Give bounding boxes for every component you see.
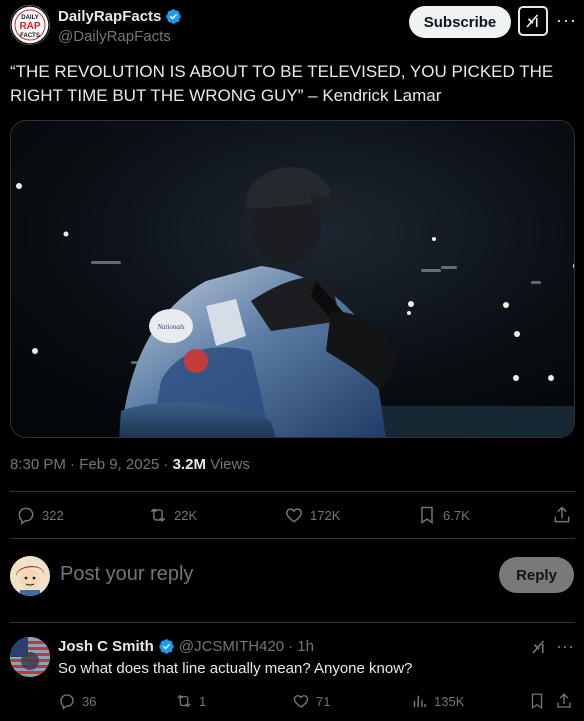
grok-icon <box>532 640 545 654</box>
reply-button[interactable]: Reply <box>499 557 574 593</box>
comment-more-icon[interactable]: ··· <box>556 636 574 657</box>
tweet-image[interactable]: Nationals <box>10 120 575 438</box>
share-action[interactable] <box>552 505 572 525</box>
reply-input[interactable] <box>60 563 460 586</box>
reply-icon <box>18 507 34 525</box>
grok-button[interactable] <box>518 6 548 36</box>
bookmark-icon <box>531 693 543 710</box>
grok-comment-button[interactable] <box>530 638 548 661</box>
repost-action[interactable]: 22K <box>148 505 197 525</box>
bookmark-count: 6.7K <box>443 507 470 523</box>
views-label: Views <box>205 456 250 473</box>
reply-icon <box>60 694 74 710</box>
tweet-meta: 8:30 PM · Feb 9, 2025 · 3.2M Views <box>10 456 250 473</box>
verified-badge-icon <box>166 9 182 24</box>
commenter-name[interactable]: Josh C Smith @JCSMITH420 · 1h <box>58 638 314 655</box>
comment-reply-count: 36 <box>82 693 97 709</box>
comment-time[interactable]: · 1h <box>288 638 314 655</box>
comment-like-count: 71 <box>316 693 331 709</box>
author-name-text[interactable]: DailyRapFacts <box>58 8 161 25</box>
tweet-timestamp[interactable]: 8:30 PM · Feb 9, 2025 · <box>10 456 173 473</box>
comment-reply-action[interactable]: 36 <box>58 692 96 710</box>
like-count: 172K <box>310 507 341 523</box>
heart-icon <box>285 508 303 523</box>
cartoon-avatar-icon <box>10 556 50 596</box>
share-icon <box>554 506 570 523</box>
comment-text: So what does that line actually mean? An… <box>58 660 413 677</box>
divider <box>10 538 575 539</box>
comment-views-action[interactable]: 135K <box>410 692 464 710</box>
comment-share-action[interactable] <box>555 692 573 710</box>
reply-action[interactable]: 322 <box>16 505 64 525</box>
daily-rap-facts-logo: DAILY RAP FACTS <box>10 5 50 45</box>
repost-count: 22K <box>174 507 198 523</box>
subscribe-button[interactable]: Subscribe <box>409 6 511 38</box>
heart-icon <box>293 695 309 708</box>
verified-badge-icon <box>159 639 174 654</box>
bookmark-action[interactable]: 6.7K <box>417 505 470 525</box>
tweet-text: “THE REVOLUTION IS ABOUT TO BE TELEVISED… <box>10 62 554 105</box>
grok-icon <box>526 14 539 28</box>
flag-avatar-icon <box>10 637 50 677</box>
repost-icon <box>177 694 191 708</box>
like-action[interactable]: 172K <box>284 505 340 525</box>
divider <box>10 491 575 492</box>
commenter-avatar[interactable] <box>10 637 50 677</box>
comment-repost-count: 1 <box>199 693 207 709</box>
svg-text:Nationals: Nationals <box>156 323 185 331</box>
divider <box>10 622 575 623</box>
author-name[interactable]: DailyRapFacts <box>58 8 182 25</box>
user-avatar[interactable] <box>10 556 50 596</box>
concert-photo: Nationals <box>11 121 574 437</box>
commenter-handle[interactable]: @JCSMITH420 <box>179 638 284 655</box>
commenter-name-text[interactable]: Josh C Smith <box>58 638 154 655</box>
more-options-icon[interactable]: ··· <box>556 10 577 31</box>
comment-repost-action[interactable]: 1 <box>175 692 206 710</box>
reply-count: 322 <box>42 507 64 523</box>
author-avatar[interactable]: DAILY RAP FACTS <box>10 5 50 45</box>
share-icon <box>557 693 571 708</box>
svg-text:FACTS: FACTS <box>20 33 40 39</box>
bookmark-icon <box>421 506 433 524</box>
author-handle[interactable]: @DailyRapFacts <box>58 28 171 45</box>
comment-views-count: 135K <box>434 693 465 709</box>
views-count: 3.2M <box>172 456 206 473</box>
svg-text:RAP: RAP <box>19 21 40 32</box>
comment-bookmark-action[interactable] <box>528 692 546 710</box>
views-icon <box>413 695 426 707</box>
repost-icon <box>150 508 166 522</box>
comment-like-action[interactable]: 71 <box>292 692 330 710</box>
